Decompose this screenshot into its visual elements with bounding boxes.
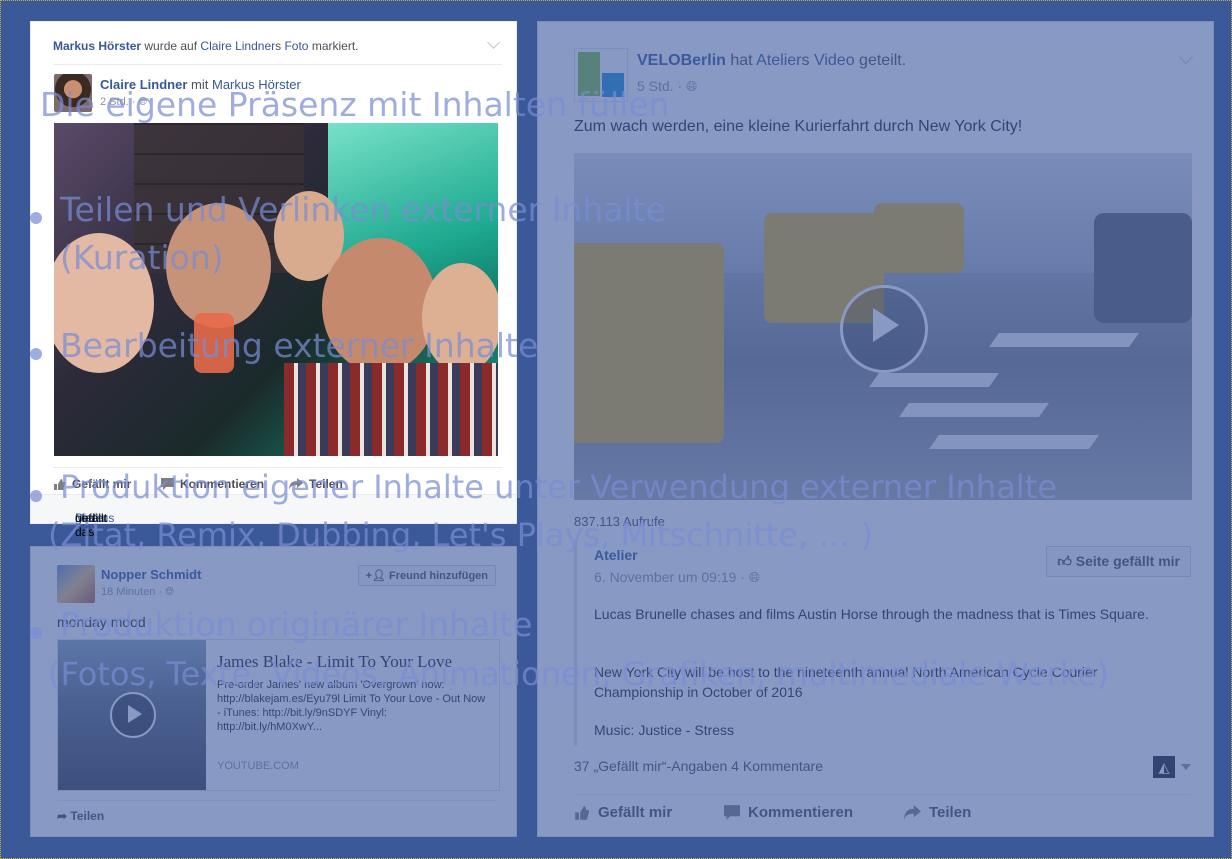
story-text: s bbox=[801, 52, 814, 69]
like-label: Gefällt mir bbox=[598, 804, 673, 821]
share-label: Teilen bbox=[929, 804, 972, 821]
share-icon bbox=[904, 805, 921, 820]
video-scene bbox=[869, 373, 999, 387]
author-link[interactable]: Nopper Schmidt bbox=[101, 567, 201, 582]
actor-link[interactable]: Markus Hörster bbox=[53, 39, 141, 53]
bullet-icon bbox=[30, 348, 42, 360]
like-page-button[interactable]: 👍︎ Seite gefällt mir bbox=[1046, 546, 1191, 577]
video-scene bbox=[874, 203, 964, 273]
share-button[interactable]: ➦ Teilen bbox=[57, 800, 496, 823]
slide-bullet: Bearbeitung externer Inhalte bbox=[60, 326, 539, 365]
comment-button[interactable]: Kommentieren bbox=[724, 804, 853, 821]
story-text: markiert. bbox=[308, 39, 359, 53]
timestamp-text[interactable]: 6. November um 09:19 · bbox=[594, 569, 749, 585]
like-page-label: Seite gefällt mir bbox=[1075, 553, 1180, 569]
thumbs-up-icon: 👍︎ bbox=[1057, 553, 1076, 569]
photo-shirt bbox=[284, 363, 498, 456]
page-link[interactable]: VELOBerlin bbox=[637, 52, 726, 69]
add-friend-icon: +👤︎ bbox=[365, 570, 390, 582]
page-avatar-icon[interactable]: ◭ bbox=[1153, 756, 1175, 778]
slide-title: Die eigene Präsenz mit Inhalten füllen bbox=[40, 85, 670, 124]
post-actions: Gefällt mir Kommentieren Teilen bbox=[574, 794, 1191, 837]
story-header: VELOBerlin hat Ateliers Video geteilt. bbox=[637, 52, 906, 70]
chevron-down-icon[interactable] bbox=[1178, 49, 1194, 65]
slide-bullet: Teilen und Verlinken externer Inhalte bbox=[60, 190, 666, 229]
bullet-icon bbox=[30, 490, 42, 502]
slide-bullet-sub: (Kuration) bbox=[60, 238, 224, 277]
video-scene bbox=[929, 435, 1099, 449]
bullet-icon bbox=[30, 212, 42, 224]
comment-icon bbox=[724, 805, 740, 820]
divider bbox=[53, 64, 502, 65]
bullet-icon bbox=[30, 627, 42, 639]
timestamp-text[interactable]: 18 Minuten · bbox=[101, 586, 165, 598]
video-scene bbox=[574, 243, 724, 443]
thumbs-up-icon bbox=[575, 805, 589, 820]
story-text: geteilt. bbox=[854, 52, 907, 69]
share-label: Teilen bbox=[70, 809, 105, 823]
share-button[interactable]: Teilen bbox=[904, 804, 971, 821]
play-icon[interactable] bbox=[840, 285, 928, 373]
shared-post: Atelier 6. November um 09:19 · 🌐︎ 👍︎ Sei… bbox=[574, 540, 1191, 746]
video-link[interactable]: Video bbox=[814, 52, 855, 69]
story-text: hat bbox=[725, 52, 757, 69]
video-scene bbox=[989, 333, 1139, 347]
video-scene bbox=[1094, 213, 1192, 323]
owner-link[interactable]: Atelier bbox=[756, 52, 801, 69]
photo-link[interactable]: Foto bbox=[284, 39, 308, 53]
shared-text: Lucas Brunelle chases and films Austin H… bbox=[594, 606, 1149, 622]
owner-link[interactable]: Claire Lindner bbox=[200, 39, 275, 53]
video-player[interactable] bbox=[574, 153, 1192, 500]
video-scene bbox=[899, 403, 1049, 417]
post-timestamp: 18 Minuten · 🌐︎ bbox=[101, 586, 174, 599]
slide-bullet-sub: (Fotos, Texte, Videos, Animationen, Graf… bbox=[48, 655, 1110, 693]
post-card-veloberlin: VELOBerlin hat Ateliers Video geteilt. 5… bbox=[537, 21, 1214, 837]
story-header: Markus Hörster wurde auf Claire Lindners… bbox=[53, 39, 359, 53]
post-photo[interactable] bbox=[54, 123, 498, 456]
chevron-down-icon[interactable] bbox=[487, 36, 500, 49]
play-icon[interactable] bbox=[110, 692, 156, 738]
comment-label: Kommentieren bbox=[748, 804, 854, 821]
add-friend-label: Freund hinzufügen bbox=[389, 570, 488, 582]
shared-text: Music: Justice - Stress bbox=[594, 722, 735, 738]
add-friend-button[interactable]: +👤︎ Freund hinzufügen bbox=[357, 565, 496, 586]
slide-bullet: Produktion eigener Inhalte unter Verwend… bbox=[60, 468, 1057, 506]
shared-timestamp: 6. November um 09:19 · 🌐︎ bbox=[594, 569, 760, 586]
globe-icon: 🌐︎ bbox=[686, 78, 698, 94]
globe-icon: 🌐︎ bbox=[165, 586, 175, 598]
avatar[interactable] bbox=[57, 565, 95, 603]
story-text: wurde auf bbox=[141, 39, 201, 53]
slide-bullet: Produktion originärer Inhalte bbox=[60, 605, 533, 644]
reaction-stats[interactable]: 37 „Gefällt mir“-Angaben 4 Kommentare bbox=[574, 758, 823, 774]
globe-icon: 🌐︎ bbox=[748, 569, 761, 585]
chevron-down-icon[interactable] bbox=[1181, 764, 1191, 770]
share-icon: ➦ bbox=[57, 809, 71, 823]
slide-bullet-sub: (Zitat, Remix, Dubbing, Let's Plays, Mit… bbox=[48, 516, 873, 554]
link-domain: YOUTUBE.COM bbox=[217, 760, 299, 772]
like-button[interactable]: Gefällt mir bbox=[574, 804, 672, 821]
